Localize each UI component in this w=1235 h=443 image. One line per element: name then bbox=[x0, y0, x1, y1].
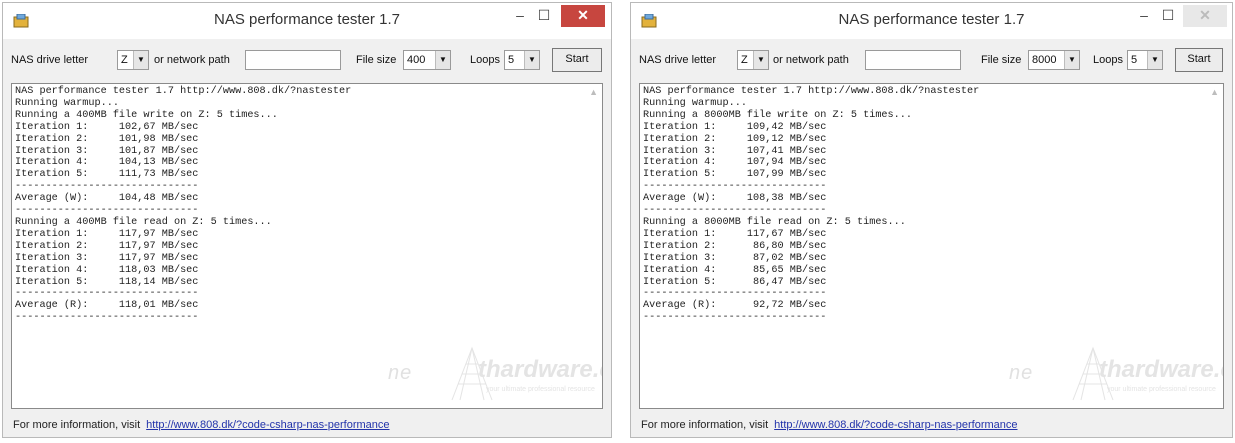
watermark-text-2: thardware.com bbox=[478, 356, 602, 383]
network-path-input[interactable] bbox=[865, 50, 961, 70]
chevron-down-icon[interactable]: ▼ bbox=[1064, 51, 1079, 69]
results-text: NAS performance tester 1.7 http://www.80… bbox=[15, 86, 352, 324]
nas-tester-window-2: NAS performance tester 1.7 – ☐ ✕ NAS dri… bbox=[630, 2, 1233, 438]
drive-letter-value: Z bbox=[121, 54, 128, 66]
loops-value: 5 bbox=[1131, 54, 1138, 66]
minimize-button[interactable]: – bbox=[507, 5, 533, 27]
loops-label: Loops bbox=[1093, 54, 1123, 66]
start-button[interactable]: Start bbox=[1175, 48, 1223, 72]
footer-text: For more information, visit bbox=[641, 419, 769, 431]
maximize-button[interactable]: ☐ bbox=[1155, 5, 1181, 27]
start-button[interactable]: Start bbox=[552, 48, 602, 72]
drive-letter-select[interactable]: Z ▼ bbox=[737, 50, 769, 70]
loops-label: Loops bbox=[470, 54, 500, 66]
chevron-down-icon[interactable]: ▼ bbox=[753, 51, 768, 69]
close-button[interactable]: ✕ bbox=[561, 5, 605, 27]
watermark-tagline: your ultimate professional resource bbox=[1107, 386, 1216, 393]
file-size-value: 400 bbox=[407, 54, 426, 66]
scroll-up-arrow-icon[interactable]: ▲ bbox=[589, 87, 598, 97]
chevron-down-icon[interactable]: ▼ bbox=[1147, 51, 1162, 69]
maximize-button[interactable]: ☐ bbox=[531, 5, 557, 27]
loops-select[interactable]: 5 ▼ bbox=[1127, 50, 1163, 70]
file-size-select[interactable]: 8000 ▼ bbox=[1028, 50, 1080, 70]
drive-letter-label: NAS drive letter bbox=[11, 54, 89, 66]
drive-letter-select[interactable]: Z ▼ bbox=[117, 50, 149, 70]
title-bar[interactable]: NAS performance tester 1.7 – ☐ ✕ bbox=[631, 3, 1232, 39]
title-bar[interactable]: NAS performance tester 1.7 – ☐ ✕ bbox=[3, 3, 611, 39]
drive-letter-value: Z bbox=[741, 54, 748, 66]
network-path-label: or network path bbox=[154, 54, 230, 66]
results-text: NAS performance tester 1.7 http://www.80… bbox=[643, 86, 980, 324]
chevron-down-icon[interactable]: ▼ bbox=[133, 51, 148, 69]
footer: For more information, visit http://www.80… bbox=[641, 419, 1018, 431]
results-output[interactable]: NAS performance tester 1.7 http://www.80… bbox=[639, 83, 1224, 409]
watermark-text-2: thardware.com bbox=[1099, 356, 1223, 383]
chevron-down-icon[interactable]: ▼ bbox=[524, 51, 539, 69]
chevron-down-icon[interactable]: ▼ bbox=[435, 51, 450, 69]
nas-tester-window-1: NAS performance tester 1.7 – ☐ ✕ NAS dri… bbox=[2, 2, 612, 438]
info-link[interactable]: http://www.808.dk/?code-csharp-nas-perfo… bbox=[146, 419, 389, 431]
results-output[interactable]: NAS performance tester 1.7 http://www.80… bbox=[11, 83, 603, 409]
info-link[interactable]: http://www.808.dk/?code-csharp-nas-perfo… bbox=[774, 419, 1017, 431]
file-size-label: File size bbox=[356, 54, 397, 66]
watermark-logo: ne thardware.com your ultimate professio… bbox=[1009, 346, 1223, 402]
drive-letter-label: NAS drive letter bbox=[639, 54, 717, 66]
minimize-button[interactable]: – bbox=[1131, 5, 1157, 27]
watermark-text-1: ne bbox=[1009, 362, 1034, 384]
network-path-label: or network path bbox=[773, 54, 849, 66]
close-button[interactable]: ✕ bbox=[1183, 5, 1227, 27]
footer: For more information, visit http://www.80… bbox=[13, 419, 390, 431]
file-size-value: 8000 bbox=[1032, 54, 1057, 66]
loops-value: 5 bbox=[508, 54, 515, 66]
file-size-label: File size bbox=[981, 54, 1022, 66]
watermark-logo: ne thardware.com your ultimate professio… bbox=[388, 346, 602, 402]
file-size-select[interactable]: 400 ▼ bbox=[403, 50, 451, 70]
loops-select[interactable]: 5 ▼ bbox=[504, 50, 540, 70]
scroll-up-arrow-icon[interactable]: ▲ bbox=[1210, 87, 1219, 97]
network-path-input[interactable] bbox=[245, 50, 341, 70]
toolbar: NAS drive letter Z ▼ or network path Fil… bbox=[631, 47, 1232, 75]
footer-text: For more information, visit bbox=[13, 419, 141, 431]
toolbar: NAS drive letter Z ▼ or network path Fil… bbox=[3, 47, 611, 75]
watermark-text-1: ne bbox=[388, 362, 413, 384]
watermark-tagline: your ultimate professional resource bbox=[486, 386, 595, 393]
